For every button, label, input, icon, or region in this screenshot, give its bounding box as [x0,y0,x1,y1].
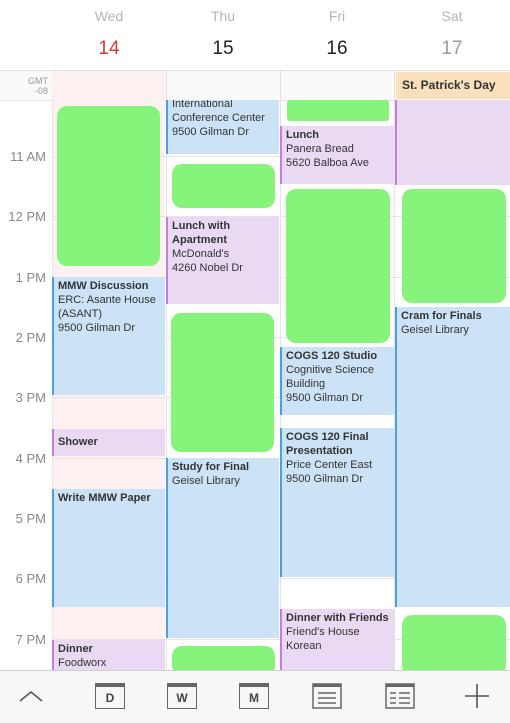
event-block-sat-morning[interactable] [395,100,510,185]
time-label-1pm: 1 PM [15,270,46,285]
day-view-label: D [95,683,125,709]
event-location: Panera Bread [286,143,354,155]
event-lunch[interactable]: Lunch Panera Bread 5620 Balboa Ave [280,126,394,184]
event-title: Lunch [286,129,319,141]
time-label-7pm: 7 PM [15,632,46,647]
day-name: Thu [210,8,236,24]
agenda-view-button[interactable] [384,681,416,711]
event-address: 9500 Gilman Dr [286,473,364,485]
day-name: Sat [441,8,463,24]
all-day-event-st-patricks[interactable]: St. Patrick's Day [396,72,510,99]
event-address: 9500 Gilman Dr [58,322,136,334]
redacted-event-block[interactable] [172,646,275,670]
bottom-toolbar: D W M [0,670,510,723]
redacted-event-block[interactable] [172,164,275,208]
redacted-event-block[interactable] [57,106,160,266]
event-location: ERC: Asante House (ASANT) [58,294,156,320]
event-title: Lunch with Apartment [172,220,231,246]
event-address: 9500 Gilman Dr [172,126,250,138]
day-number: 14 [98,38,120,59]
month-view-label: M [239,683,269,709]
time-label-6pm: 6 PM [15,571,46,586]
day-name: Wed [94,8,124,24]
event-title: Shower [58,436,98,448]
divider [166,71,167,100]
event-location: Geisel Library [172,475,240,487]
event-cogs-120-studio[interactable]: COGS 120 Studio Cognitive Science Buildi… [280,347,394,415]
event-international[interactable]: International Conference Center 9500 Gil… [166,100,279,154]
list-icon [312,683,342,709]
day-name: Fri [328,8,346,24]
event-location: Conference Center [172,112,265,124]
event-address: 4260 Nobel Dr [172,262,243,274]
event-mmw-discussion[interactable]: MMW Discussion ERC: Asante House (ASANT)… [52,277,165,395]
event-location: Price Center East [286,459,373,471]
event-address: 5620 Balboa Ave [286,157,369,169]
time-label-4pm: 4 PM [15,451,46,466]
event-location: McDonald's [172,248,230,260]
day-number: 17 [441,38,463,59]
timezone-label: GMT -08 [20,76,48,96]
week-header: Wed 14 Thu 15 Fri 16 Sat 17 [0,0,510,70]
event-write-mmw-paper[interactable]: Write MMW Paper [52,489,165,607]
calendar-grid: 11 AM 12 PM 1 PM 2 PM 3 PM 4 PM 5 PM 6 P… [0,100,510,670]
timezone-offset: -08 [34,86,48,96]
event-location: Geisel Library [401,324,469,336]
event-cogs-120-final-presentation[interactable]: COGS 120 Final Presentation Price Center… [280,428,394,577]
event-title: Study for Final [172,461,249,473]
time-label-2pm: 2 PM [15,330,46,345]
event-title: Write MMW Paper [58,492,151,504]
week-view-label: W [167,683,197,709]
day-number: 15 [212,38,234,59]
chevron-up-icon [19,690,43,702]
event-location: Foodworx [58,657,107,669]
redacted-event-block[interactable] [171,313,274,452]
redacted-event-block[interactable] [286,189,390,343]
agenda-icon [385,683,415,709]
event-cram-for-finals[interactable]: Cram for Finals Geisel Library [395,307,510,607]
day-number: 16 [326,38,348,59]
event-title: COGS 120 Final Presentation [286,431,369,457]
collapse-button[interactable] [15,681,47,711]
list-view-button[interactable] [311,681,343,711]
time-label-5pm: 5 PM [15,511,46,526]
add-event-button[interactable] [461,681,493,711]
week-view-button[interactable]: W [166,681,198,711]
time-label-12pm: 12 PM [8,209,46,224]
redacted-event-block[interactable] [287,100,389,121]
day-view-button[interactable]: D [94,681,126,711]
event-dinner[interactable]: Dinner Foodworx [52,640,165,670]
plus-icon [465,684,489,708]
event-title: Dinner with Friends [286,612,389,624]
event-lunch-with-apartment[interactable]: Lunch with Apartment McDonald's 4260 Nob… [166,217,279,304]
event-location: Friend's House Korean [286,626,360,652]
month-view-button[interactable]: M [238,681,270,711]
event-title: International [172,100,233,110]
timezone-name: GMT [28,76,48,86]
event-study-for-final[interactable]: Study for Final Geisel Library [166,458,279,638]
redacted-event-block[interactable] [402,615,506,670]
event-title: Cram for Finals [401,310,482,322]
event-title: COGS 120 Studio [286,350,378,362]
event-title: Dinner [58,643,93,655]
event-address: 9500 Gilman Dr [286,392,364,404]
redacted-event-block[interactable] [402,189,506,303]
divider [280,71,281,100]
event-location: Cognitive Science Building [286,364,375,390]
time-label-3pm: 3 PM [15,390,46,405]
event-title: MMW Discussion [58,280,149,292]
event-dinner-with-friends[interactable]: Dinner with Friends Friend's House Korea… [280,609,394,670]
event-shower[interactable]: Shower [52,429,165,456]
time-label-11am: 11 AM [10,149,46,164]
all-day-row: GMT -08 St. Patrick's Day [0,70,510,101]
all-day-cell-wed[interactable] [52,71,165,100]
divider [394,71,395,100]
